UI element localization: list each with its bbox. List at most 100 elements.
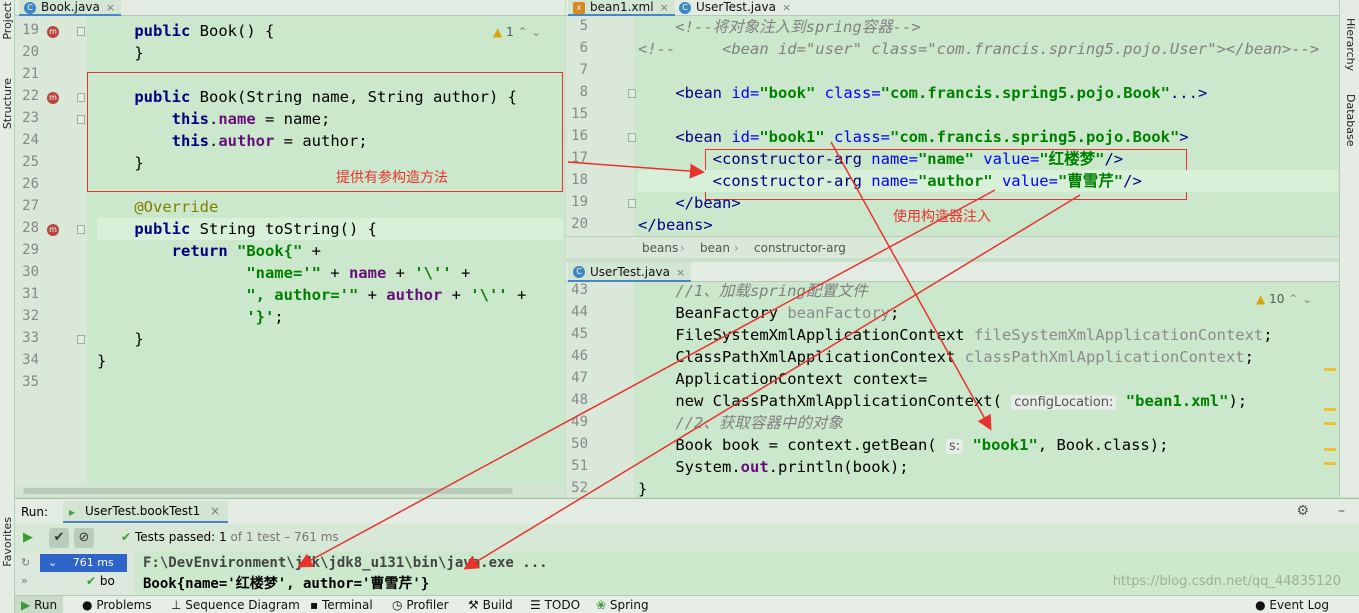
code-line[interactable]: this.author = author; [97,130,368,152]
terminal-tool-button[interactable]: ▪ Terminal [310,598,373,612]
chevron-up-icon[interactable]: ⌃ [518,25,528,39]
chevron-up-icon[interactable]: ⌃ [1288,292,1298,306]
horizontal-scrollbar[interactable] [15,485,565,497]
expand-icon[interactable]: » [21,574,28,587]
warning-stripe[interactable] [1324,422,1336,425]
code-line[interactable]: } [97,350,106,372]
tab-bean1-xml[interactable]: x bean1.xml × [568,0,675,16]
scrollbar-thumb[interactable] [23,488,513,494]
breadcrumb-constructor-arg[interactable]: constructor-arg [754,241,846,255]
close-icon[interactable]: × [782,1,791,14]
spring-tool-button[interactable]: ❀ Spring [596,598,649,612]
warning-stripe[interactable] [1324,448,1336,451]
code-line[interactable]: System.out.println(book); [638,456,908,478]
chevron-down-icon[interactable]: ⌄ [1302,292,1312,306]
project-tool-tab[interactable]: Project [1,2,14,40]
code-line[interactable]: BeanFactory beanFactory; [638,302,899,324]
breadcrumb-beans[interactable]: beans [642,241,678,255]
code-token: ); [1228,392,1248,410]
code-line[interactable]: } [638,478,647,497]
close-icon[interactable]: × [106,1,115,14]
code-line[interactable]: this.name = name; [97,108,331,130]
code-line[interactable]: <!-- <bean id="user" class="com.francis.… [638,38,1319,60]
run-config-tab[interactable]: ▸ UserTest.bookTest1 × [63,501,229,523]
line-number: 20 [571,216,588,232]
run-tool-button[interactable]: ▶ Run [15,596,64,613]
profiler-tool-button[interactable]: ◷ Profiler [392,598,449,612]
warning-stripe[interactable] [1324,408,1336,411]
fold-icon[interactable] [77,225,85,234]
tests-status-label: Tests passed: [135,530,216,544]
favorites-tool-tab[interactable]: Favorites [1,517,14,567]
event-log-button[interactable]: ● Event Log [1255,598,1329,612]
code-line[interactable]: //2、获取容器中的对象 [638,412,843,434]
warnings-indicator[interactable]: ▲ 10 ⌃ ⌄ [1256,292,1312,306]
code-line[interactable]: '}'; [97,306,283,328]
code-line[interactable]: public Book() { [97,20,274,42]
fold-icon[interactable] [628,89,636,98]
method-marker-icon[interactable]: m [47,224,59,236]
fold-icon[interactable] [77,115,85,124]
code-line[interactable]: <constructor-arg name="author" value="曹雪… [638,170,1338,192]
code-line[interactable]: return "Book{" + [97,240,321,262]
code-line[interactable]: ", author='" + author + '\'' + [97,284,526,306]
code-line[interactable]: <bean id="book1" class="com.francis.spri… [638,126,1188,148]
database-tool-tab[interactable]: Database [1344,94,1357,147]
line-number: 49 [571,414,588,430]
code-line[interactable]: <!--将对象注入到spring容器--> [638,16,920,38]
line-number: 18 [571,172,588,188]
code-line[interactable]: </beans> [638,214,713,236]
rerun-icon[interactable]: ▶ [18,528,38,548]
test-tree-root[interactable]: ⌄ 761 ms [40,554,127,572]
code-line[interactable]: //1、加载spring配置文件 [638,280,868,302]
tab-book-java[interactable]: C Book.java × [19,0,122,16]
build-tool-button[interactable]: ⚒ Build [468,598,513,612]
tab-usertest-java[interactable]: C UserTest.java × [674,0,797,16]
warning-stripe[interactable] [1324,462,1336,465]
code-line[interactable]: new ClassPathXmlApplicationContext( conf… [638,390,1247,412]
code-line[interactable]: FileSystemXmlApplicationContext fileSyst… [638,324,1272,346]
structure-tool-tab[interactable]: Structure [1,78,14,129]
code-line[interactable]: <constructor-arg name="name" value="红楼梦"… [638,148,1123,170]
test-tree-child[interactable]: ✔ bo [86,574,115,588]
constructor-injection-annotation: 使用构造器注入 [893,209,991,225]
gear-icon[interactable]: ⚙ [1296,503,1309,519]
code-line[interactable]: ClassPathXmlApplicationContext classPath… [638,346,1254,368]
show-passed-icon[interactable]: ✔ [49,528,69,548]
chevron-down-icon[interactable]: ⌄ [531,25,541,39]
rerun-failed-icon[interactable]: ↻ [21,556,30,569]
fold-icon[interactable] [77,335,85,344]
code-line[interactable]: } [97,328,143,350]
minimize-icon[interactable]: – [1338,503,1345,519]
tab-usertest-java[interactable]: C UserTest.java × [568,262,692,282]
code-line[interactable]: } [97,42,143,64]
code-line[interactable]: <bean id="book" class="com.francis.sprin… [638,82,1207,104]
code-line[interactable]: @Override [97,196,218,218]
line-number: 29 [22,242,39,258]
close-icon[interactable]: × [660,1,669,14]
sequence-diagram-tool-button[interactable]: ⊥ Sequence Diagram [171,598,300,612]
code-line[interactable]: public Book(String name, String author) … [97,86,517,108]
breadcrumb-bean[interactable]: bean [700,241,730,255]
todo-tool-button[interactable]: ☰ TODO [530,598,580,612]
show-ignored-icon[interactable]: ⊘ [74,528,94,548]
method-marker-icon[interactable]: m [47,92,59,104]
warnings-indicator[interactable]: ▲ 1 ⌃ ⌄ [493,25,541,39]
code-line[interactable]: } [97,152,143,174]
close-icon[interactable]: × [676,266,685,279]
hierarchy-tool-tab[interactable]: Hierarchy [1344,18,1357,71]
fold-icon[interactable] [77,27,85,36]
code-line[interactable]: "name='" + name + '\'' + [97,262,470,284]
code-line[interactable]: ApplicationContext context= [638,368,927,390]
fold-icon[interactable] [628,133,636,142]
code-line[interactable]: </bean> [638,192,740,214]
code-token: + [320,264,349,282]
fold-icon[interactable] [77,93,85,102]
close-icon[interactable]: × [210,504,220,518]
problems-tool-button[interactable]: ● Problems [82,598,152,612]
code-line[interactable]: Book book = context.getBean( s: "book1",… [638,434,1168,456]
fold-icon[interactable] [628,199,636,208]
code-line[interactable]: public String toString() { [97,218,563,240]
method-marker-icon[interactable]: m [47,26,59,38]
warning-stripe[interactable] [1324,368,1336,371]
